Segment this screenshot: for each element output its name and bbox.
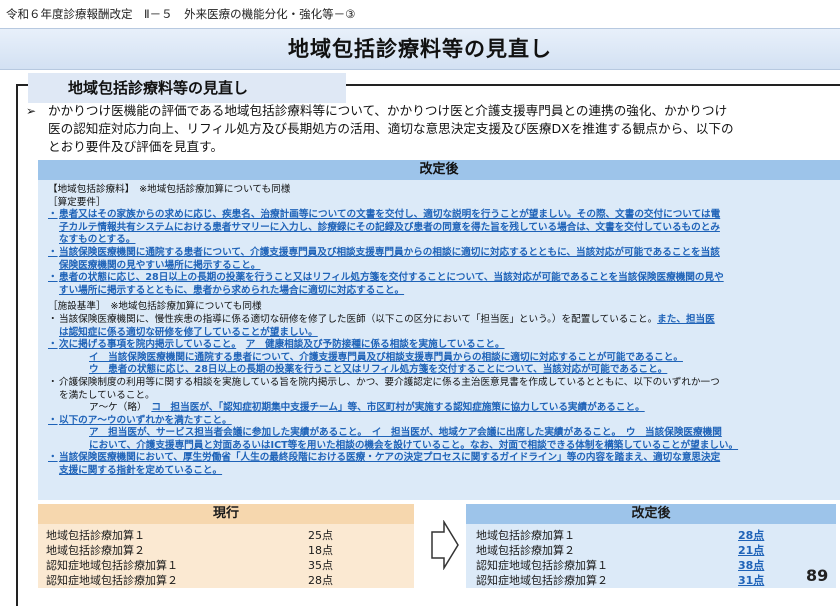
list-item: ・ 当該保険医療機関に通院する患者について、介護支援専門員及び相談支援専門員から… — [48, 247, 834, 272]
genkou-value: 35点 — [308, 559, 333, 572]
genkou-label: 認知症地域包括診療加算１ — [46, 559, 178, 572]
page-title: 地域包括診療料等の見直し — [288, 37, 552, 61]
text-line: コ 担当医が、「認知症初期集中支援チーム」等、市区町村が実施する認知症施策に協力… — [151, 402, 645, 414]
text-line: ア 健康相談及び予防接種に係る相談を実施していること。 — [245, 339, 505, 351]
kaitei-header: 改定後 — [38, 160, 840, 180]
text-line: は認知症に係る適切な研修を修了していることが望ましい。 — [59, 326, 318, 338]
text-line: すい場所に掲示するとともに、患者から求められた場合に適切に対応すること。 — [59, 284, 405, 296]
intro-line-2: 医の認知症対応力向上、リフィル処方及び長期処方の活用、適切な意思決定支援及び医療… — [48, 121, 734, 136]
page-number: 89 — [806, 566, 829, 585]
genkou-value: 25点 — [308, 529, 333, 542]
genkou-label: 地域包括診療加算２ — [46, 544, 145, 557]
text-line: ア～ケ（略） — [89, 402, 142, 414]
text-line: 支援に関する指針を定めていること。 — [59, 465, 223, 477]
text-line: また、担当医 — [657, 313, 715, 325]
breadcrumb: 令和６年度診療報酬改定 Ⅱ－５ 外来医療の機能分化・強化等－③ — [6, 7, 356, 21]
list-item: ・ 患者又はその家族からの求めに応じ、疾患名、治療計画等についての文書を交付し、… — [48, 209, 834, 247]
kaitei-score-value: 31点 — [738, 574, 765, 587]
text-line: において、介護支援専門員と対面あるいはICT等を用いた相談の機会を設けていること… — [89, 439, 739, 451]
genkou-label: 地域包括診療加算１ — [46, 529, 145, 542]
text-line: ア 担当医が、サービス担当者会議に参加した実績があること。 イ 担当医が、地域ケ… — [89, 427, 722, 439]
text-line: 介護保険制度の利用等に関する相談を実施している旨を院内掲示し、かつ、要介護認定に… — [59, 376, 720, 388]
kaitei-score-box: 地域包括診療加算１ 28点 地域包括診療加算２ 21点 認知症地域包括診療加算１… — [466, 524, 836, 588]
bullet-icon: ・ — [48, 209, 58, 221]
heading-santei: ［算定要件］ — [48, 196, 106, 208]
list-item: ・ 次に掲げる事項を院内掲示していること。 ア 健康相談及び予防接種に係る相談を… — [48, 339, 834, 377]
genkou-box: 地域包括診療加算１ 25点 地域包括診療加算２ 18点 認知症地域包括診療加算１… — [38, 524, 414, 588]
intro-line-1: かかりつけ医機能の評価である地域包括診療料等について、かかりつけ医と介護支援専門… — [48, 103, 728, 118]
list-item: ・ 介護保険制度の利用等に関する相談を実施している旨を院内掲示し、かつ、要介護認… — [48, 377, 834, 415]
genkou-value: 18点 — [308, 544, 333, 557]
kaitei-score-value: 21点 — [738, 544, 765, 557]
text-line: を満たしていること。 — [59, 389, 155, 401]
list-item: ・ 当該保険医療機関に、慢性疾患の指導に係る適切な研修を修了した医師（以下この区… — [48, 314, 834, 339]
kaitei-score-value: 28点 — [738, 529, 765, 542]
section-heading: 地域包括診療料等の見直し — [28, 73, 346, 103]
text-line: イ 当該保険医療機関に通院する患者について、介護支援専門員及び相談支援専門員から… — [89, 351, 683, 363]
kaitei-score-header: 改定後 — [466, 504, 836, 524]
text-line: 当該保険医療機関に通院する患者について、介護支援専門員及び相談支援専門員からの相… — [59, 246, 720, 258]
bullet-icon: ・ — [48, 339, 58, 351]
list-item: ・ 以下のア～ウのいずれかを満たすこと。 ア 担当医が、サービス担当者会議に参加… — [48, 415, 834, 453]
text-line: ウ 患者の状態に応じ、28日以上の長期の投薬を行うこと又はリフィル処方箋を交付す… — [89, 364, 668, 376]
kaitei-score-label: 認知症地域包括診療加算２ — [476, 574, 608, 587]
heading-shisetsu: ［施設基準］ ※地域包括診療加算についても同様 — [48, 301, 262, 313]
kaitei-score-label: 地域包括診療加算１ — [476, 529, 575, 542]
bullet-icon: ・ — [48, 272, 58, 284]
genkou-value: 28点 — [308, 574, 333, 587]
arrow-bullet-icon: ➢ — [26, 104, 37, 118]
text-line: 以下のア～ウのいずれかを満たすこと。 — [59, 414, 232, 426]
intro-line-3: とおり要件及び評価を見直す。 — [48, 139, 224, 154]
bullet-icon: ・ — [48, 246, 58, 258]
text-line: なすものとする。 — [59, 234, 136, 246]
bullet-icon: ・ — [48, 414, 58, 426]
text-line: 当該保険医療機関において、厚生労働省「人生の最終段階における医療・ケアの決定プロ… — [59, 452, 721, 464]
list-item: ・ 当該保険医療機関において、厚生労働省「人生の最終段階における医療・ケアの決定… — [48, 452, 834, 477]
kaitei-score-value: 38点 — [738, 559, 765, 572]
bullet-icon: ・ — [48, 452, 58, 464]
text-line: 次に掲げる事項を院内掲示していること。 — [59, 339, 237, 351]
kaitei-score-label: 認知症地域包括診療加算１ — [476, 559, 608, 572]
text-line: 患者又はその家族からの求めに応じ、疾患名、治療計画等についての文書を交付し、適切… — [59, 209, 721, 221]
text-line: 保険医療機関の見やすい場所に掲示すること。 — [59, 259, 261, 271]
genkou-label: 認知症地域包括診療加算２ — [46, 574, 178, 587]
intro-text: ➢ かかりつけ医機能の評価である地域包括診療料等について、かかりつけ医と介護支援… — [26, 102, 834, 156]
title-band: 地域包括診療料等の見直し — [0, 28, 840, 70]
heading-ryo: 【地域包括診療料】 ※地域包括診療加算についても同様 — [48, 184, 291, 195]
text-line: 患者の状態に応じ、28日以上の長期の投薬を行うこと又はリフィル処方箋を交付するこ… — [59, 272, 724, 284]
list-item: ・ 患者の状態に応じ、28日以上の長期の投薬を行うこと又はリフィル処方箋を交付す… — [48, 272, 834, 297]
bullet-icon: ・ — [48, 376, 58, 388]
bullet-icon: ・ — [48, 313, 58, 325]
text-line: 子カルテ情報共有システムにおける患者サマリーに入力し、診療録にその記録及び患者の… — [59, 221, 720, 233]
kaitei-body: 【地域包括診療料】 ※地域包括診療加算についても同様 ［算定要件］ ・ 患者又は… — [48, 184, 834, 478]
text-line: 当該保険医療機関に、慢性疾患の指導に係る適切な研修を修了した医師（以下この区分に… — [59, 313, 658, 325]
genkou-header: 現行 — [38, 504, 414, 524]
right-arrow-icon — [431, 520, 459, 570]
kaitei-score-label: 地域包括診療加算２ — [476, 544, 575, 557]
